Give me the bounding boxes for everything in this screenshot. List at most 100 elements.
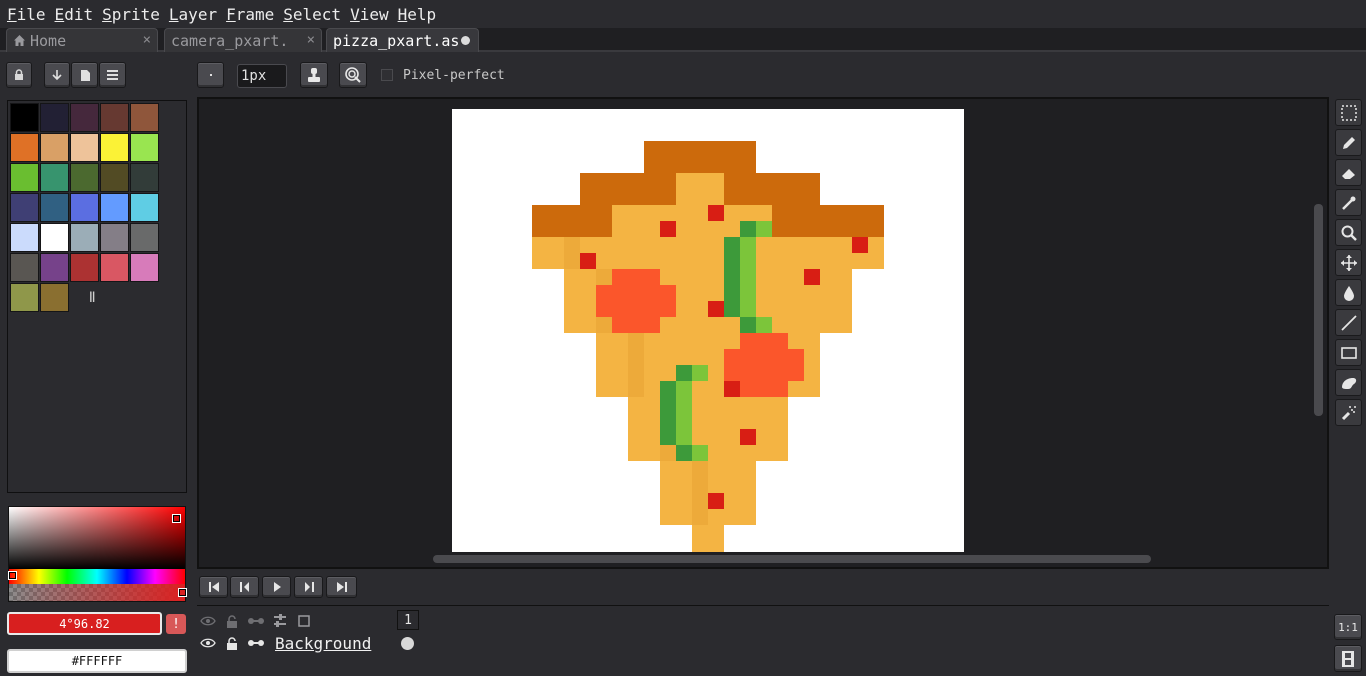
menu-sprite[interactable]: Sprite — [101, 5, 168, 24]
sprite-pixel — [740, 445, 756, 461]
tool-paint-bucket[interactable] — [1335, 279, 1362, 306]
play-button[interactable] — [262, 576, 291, 598]
menu-select[interactable]: Select — [282, 5, 349, 24]
palette-swatch[interactable] — [10, 103, 39, 132]
palette-swatch[interactable] — [100, 253, 129, 282]
palette-swatch[interactable] — [40, 103, 69, 132]
cel-frame-icon[interactable] — [293, 610, 315, 632]
palette-swatch[interactable] — [10, 193, 39, 222]
brush-type-button[interactable] — [197, 62, 224, 88]
palette-swatch[interactable] — [40, 163, 69, 192]
pixel-perfect-checkbox[interactable] — [381, 69, 393, 81]
tool-eraser[interactable] — [1335, 159, 1362, 186]
palette-swatch[interactable] — [40, 133, 69, 162]
next-frame-button[interactable] — [294, 576, 323, 598]
unsaved-dot-icon[interactable] — [461, 36, 470, 45]
tool-pencil[interactable] — [1335, 129, 1362, 156]
tool-line[interactable] — [1335, 309, 1362, 336]
sv-selector-icon[interactable] — [173, 515, 180, 522]
lock-palette-button[interactable] — [6, 62, 32, 88]
palette-swatch[interactable] — [130, 223, 159, 252]
palette-swatch[interactable] — [10, 253, 39, 282]
palette-swatch[interactable] — [100, 163, 129, 192]
palette-swatch[interactable] — [130, 163, 159, 192]
palette-swatch[interactable] — [70, 253, 99, 282]
close-icon[interactable]: × — [307, 32, 315, 48]
layer-settings-icon[interactable] — [269, 610, 291, 632]
tool-zoom[interactable] — [1335, 219, 1362, 246]
sprite-canvas[interactable] — [452, 109, 964, 552]
background-color-field[interactable]: #FFFFFF — [7, 649, 187, 673]
palette-swatch[interactable] — [100, 223, 129, 252]
saturation-value-box[interactable] — [9, 507, 185, 569]
tool-blur[interactable] — [1335, 399, 1362, 426]
hue-selector-icon[interactable] — [9, 572, 16, 579]
vertical-scrollbar[interactable] — [1314, 204, 1323, 416]
eye-icon[interactable] — [197, 610, 219, 632]
hue-slider[interactable] — [9, 569, 185, 584]
previous-frame-button[interactable] — [230, 576, 259, 598]
palette-swatch[interactable] — [40, 223, 69, 252]
tool-eyedropper[interactable] — [1335, 189, 1362, 216]
menu-layer[interactable]: Layer — [168, 5, 225, 24]
frame-number-header[interactable]: 1 — [397, 610, 419, 630]
menu-view[interactable]: View — [349, 5, 397, 24]
palette-swatch[interactable] — [10, 223, 39, 252]
lock-icon — [15, 69, 23, 80]
alpha-slider[interactable] — [9, 584, 185, 601]
palette-resize-handle-icon[interactable]: ǁ — [88, 290, 96, 306]
palette-swatch[interactable] — [100, 133, 129, 162]
palette-swatch[interactable] — [100, 193, 129, 222]
tab-pizza[interactable]: pizza_pxart.as — [326, 28, 479, 52]
alpha-selector-icon[interactable] — [179, 589, 186, 596]
palette-swatch[interactable] — [130, 103, 159, 132]
palette-swatch[interactable] — [40, 283, 69, 312]
palette-swatch[interactable] — [70, 193, 99, 222]
tool-rectangular-marquee[interactable] — [1335, 99, 1362, 126]
palette-swatch[interactable] — [10, 163, 39, 192]
palette-swatch[interactable] — [10, 133, 39, 162]
palette-presets-button[interactable] — [71, 62, 98, 88]
palette-swatch[interactable] — [130, 133, 159, 162]
filmstrip-button[interactable] — [1334, 645, 1362, 672]
palette-swatch[interactable] — [70, 223, 99, 252]
last-frame-button[interactable] — [326, 576, 357, 598]
tool-move[interactable] — [1335, 249, 1362, 276]
palette-swatch[interactable] — [100, 103, 129, 132]
zoom-reset-button[interactable]: 1:1 — [1334, 614, 1362, 640]
tool-contour[interactable] — [1335, 369, 1362, 396]
lock-icon[interactable] — [221, 610, 243, 632]
menu-file[interactable]: File — [6, 5, 54, 24]
close-icon[interactable]: × — [143, 32, 151, 48]
tab-home[interactable]: Home × — [6, 28, 158, 52]
menu-edit[interactable]: Edit — [54, 5, 102, 24]
ink-type-button[interactable] — [300, 62, 328, 88]
eye-icon[interactable] — [197, 632, 219, 654]
dynamics-button[interactable] — [339, 62, 367, 88]
palette-swatch[interactable] — [70, 103, 99, 132]
palette-swatch[interactable] — [10, 283, 39, 312]
tab-camera[interactable]: camera_pxart. × — [164, 28, 322, 52]
tool-rectangle[interactable] — [1335, 339, 1362, 366]
continuous-icon[interactable] — [245, 632, 267, 654]
horizontal-scrollbar[interactable] — [433, 555, 1151, 563]
brush-size-field[interactable]: 1px — [237, 64, 287, 88]
palette-swatch[interactable] — [130, 193, 159, 222]
cel-icon[interactable] — [401, 637, 414, 650]
layer-name[interactable]: Background — [275, 632, 393, 654]
palette-swatch[interactable] — [70, 163, 99, 192]
palette-swatch[interactable] — [70, 133, 99, 162]
palette-options-button[interactable] — [44, 62, 70, 88]
first-frame-button[interactable] — [199, 576, 228, 598]
palette-menu-button[interactable] — [99, 62, 126, 88]
continuous-icon[interactable] — [245, 610, 267, 632]
palette-swatch[interactable] — [40, 253, 69, 282]
unlock-icon[interactable] — [221, 632, 243, 654]
palette-swatch[interactable] — [40, 193, 69, 222]
sprite-editor[interactable] — [197, 97, 1329, 569]
swap-colors-button[interactable]: ! — [166, 614, 186, 634]
palette-swatch[interactable] — [130, 253, 159, 282]
foreground-color-field[interactable]: 4°96.82 — [7, 612, 162, 635]
menu-frame[interactable]: Frame — [225, 5, 282, 24]
menu-help[interactable]: Help — [397, 5, 445, 24]
